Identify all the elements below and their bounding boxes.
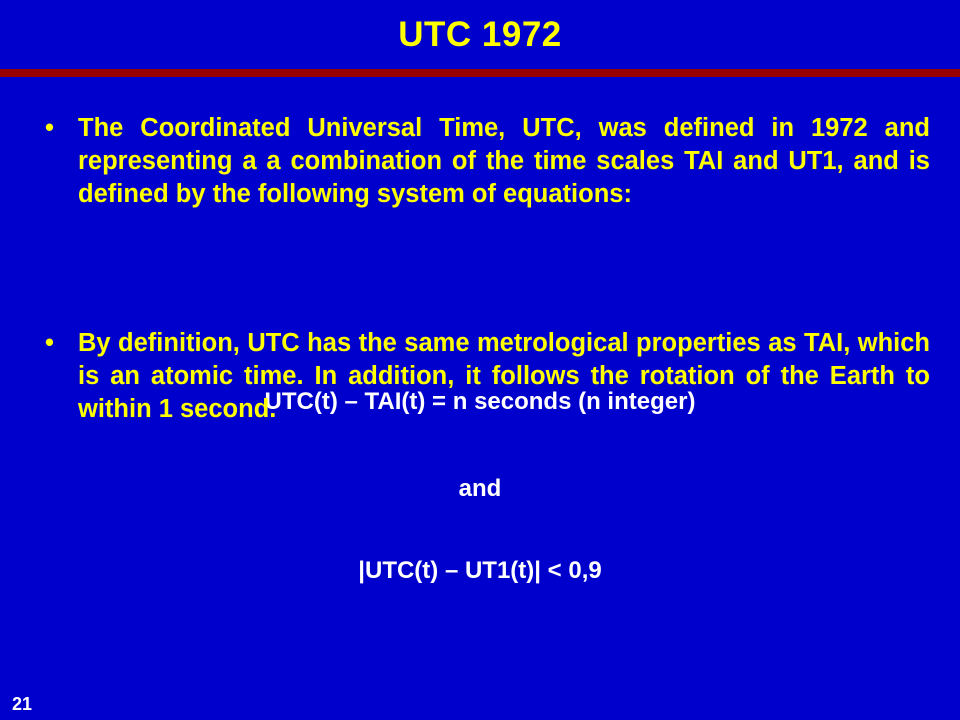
title-divider-rule xyxy=(0,69,960,77)
equation-conjunction: and xyxy=(458,475,502,502)
slide-body: • The Coordinated Universal Time, UTC, w… xyxy=(0,100,960,660)
paragraph-text: By definition, UTC has the same metrolog… xyxy=(78,329,930,423)
slide: UTC 1972 • The Coordinated Universal Tim… xyxy=(0,0,960,720)
page-title: UTC 1972 xyxy=(398,15,562,54)
bullet-paragraph: • By definition, UTC has the same metrol… xyxy=(0,327,960,426)
bullet-paragraph: • The Coordinated Universal Time, UTC, w… xyxy=(0,112,960,211)
bullet-icon: • xyxy=(45,114,54,142)
bullet-icon: • xyxy=(45,329,54,357)
slide-title-area: UTC 1972 xyxy=(0,14,960,56)
page-number: 21 xyxy=(12,694,33,714)
equation-line: |UTC(t) – UT1(t)| < 0,9 xyxy=(358,557,602,584)
paragraph-text: The Coordinated Universal Time, UTC, was… xyxy=(78,114,930,208)
